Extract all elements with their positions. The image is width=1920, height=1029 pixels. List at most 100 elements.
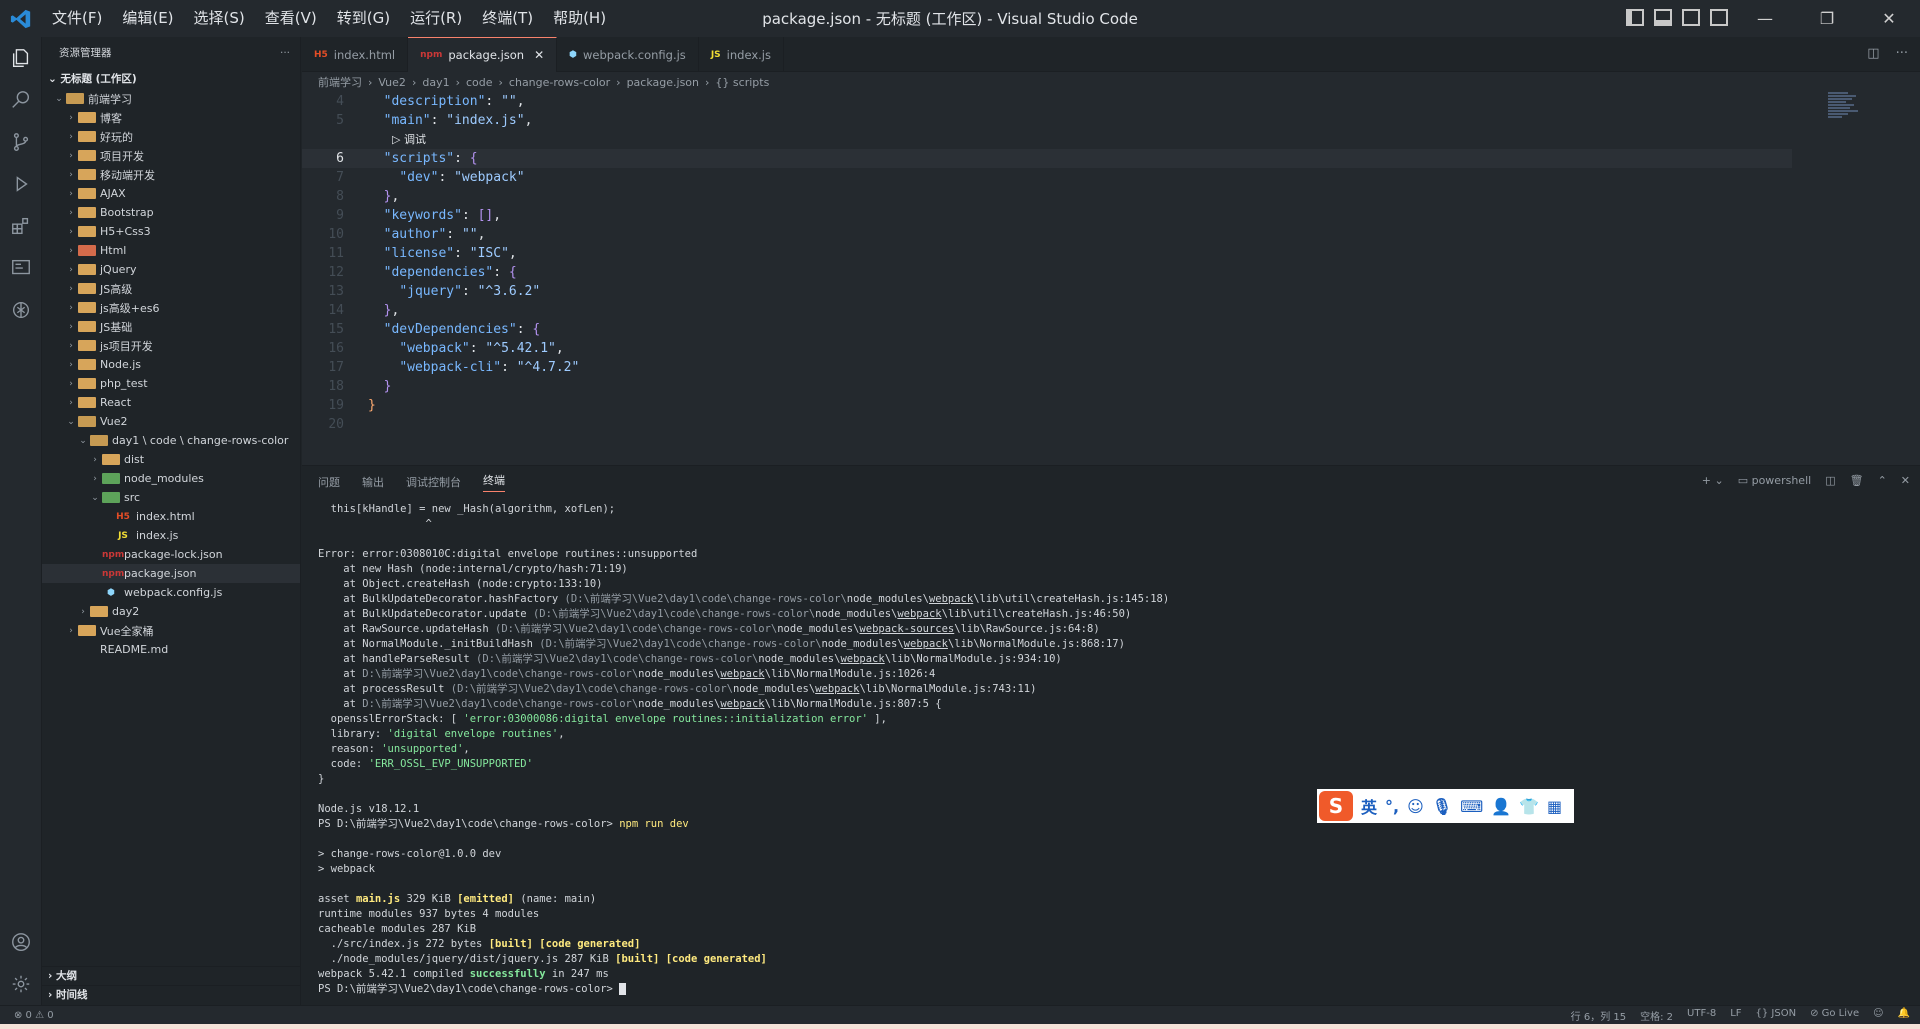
tree-item[interactable]: › jQuery (42, 260, 300, 279)
settings-gear-icon[interactable] (0, 963, 42, 1005)
tree-item[interactable]: ⌄ day1 \ code \ change-rows-color (42, 431, 300, 450)
tree-item[interactable]: › js项目开发 (42, 336, 300, 355)
new-terminal-icon[interactable]: + ⌄ (1702, 474, 1724, 487)
tree-item[interactable]: npm package.json (42, 564, 300, 583)
split-editor-icon[interactable]: ◫ (1867, 46, 1879, 61)
encoding[interactable]: UTF-8 (1687, 1008, 1716, 1023)
extensions-icon[interactable] (0, 205, 42, 247)
toolbox-icon[interactable]: ▦ (1547, 797, 1562, 816)
outline-section[interactable]: › 大纲 (42, 966, 301, 985)
editor-tab[interactable]: JS index.js (699, 37, 784, 72)
tree-item[interactable]: › Vue全家桶 (42, 621, 300, 640)
tree-item[interactable]: JS index.js (42, 526, 300, 545)
tree-item[interactable]: › JS高级 (42, 279, 300, 298)
minimize-icon[interactable]: — (1734, 0, 1796, 37)
close-tab-icon[interactable]: ✕ (534, 48, 544, 62)
cursor-position[interactable]: 行 6，列 15 (1571, 1008, 1626, 1023)
editor-tab[interactable]: ⬢ webpack.config.js (557, 37, 699, 72)
tree-item[interactable]: › JS基础 (42, 317, 300, 336)
tree-item[interactable]: › Html (42, 241, 300, 260)
editor-tab[interactable]: npm package.json ✕ (408, 37, 558, 72)
tree-item[interactable]: npm package-lock.json (42, 545, 300, 564)
breadcrumb-item[interactable]: code (466, 76, 493, 89)
keyboard-icon[interactable]: ⌨ (1460, 797, 1483, 816)
search-icon[interactable] (0, 79, 42, 121)
problems-status[interactable]: ⊗ 0 ⚠ 0 (0, 1010, 54, 1021)
menu-item[interactable]: 帮助(H) (543, 0, 616, 37)
tree-item[interactable]: › 项目开发 (42, 146, 300, 165)
go-live[interactable]: ⊘ Go Live (1810, 1008, 1859, 1023)
code-editor[interactable]: 4 "description": "", 5 "main": "index.js"… (302, 92, 1920, 465)
menu-item[interactable]: 终端(T) (472, 0, 543, 37)
more-actions-icon[interactable]: ··· (1896, 46, 1908, 61)
skin-icon[interactable]: 👕 (1519, 797, 1539, 816)
explorer-icon[interactable] (0, 37, 42, 79)
tree-item[interactable]: › day2 (42, 602, 300, 621)
customize-layout-icon[interactable] (1710, 9, 1728, 26)
tree-item[interactable]: H5 index.html (42, 507, 300, 526)
editor-tab[interactable]: H5 index.html (302, 37, 409, 72)
tree-root-folder[interactable]: ⌄ 前端学习 (42, 89, 300, 108)
panel-tab[interactable]: 终端 (483, 472, 505, 492)
breadcrumb-item[interactable]: change-rows-color (509, 76, 610, 89)
menu-item[interactable]: 查看(V) (255, 0, 327, 37)
panel-tab[interactable]: 输出 (362, 474, 384, 490)
breadcrumb-item[interactable]: day1 (422, 76, 449, 89)
toggle-secondary-sidebar-icon[interactable] (1682, 9, 1700, 26)
panel-tab[interactable]: 调试控制台 (406, 474, 461, 490)
tree-item[interactable]: ⌄ src (42, 488, 300, 507)
tree-item[interactable]: › Bootstrap (42, 203, 300, 222)
trash-icon[interactable]: 🗑 (1850, 474, 1864, 487)
emoji-icon[interactable]: ☺ (1407, 797, 1424, 816)
indentation[interactable]: 空格: 2 (1640, 1008, 1673, 1023)
tree-item[interactable]: › 博客 (42, 108, 300, 127)
menu-item[interactable]: 运行(R) (400, 0, 472, 37)
menu-item[interactable]: 转到(G) (327, 0, 400, 37)
breadcrumb-item[interactable]: Vue2 (378, 76, 406, 89)
feedback-icon[interactable]: ☺ (1873, 1008, 1883, 1023)
tree-item[interactable]: › dist (42, 450, 300, 469)
sogou-logo-icon[interactable]: S (1319, 791, 1353, 821)
language-mode[interactable]: {} JSON (1756, 1008, 1797, 1023)
menu-item[interactable]: 文件(F) (42, 0, 112, 37)
menu-item[interactable]: 编辑(E) (112, 0, 183, 37)
account-icon[interactable] (0, 921, 42, 963)
eol[interactable]: LF (1730, 1008, 1741, 1023)
tree-item[interactable]: ⌄ Vue2 (42, 412, 300, 431)
minimap[interactable] (1828, 92, 1860, 132)
tree-item[interactable]: › js高级+es6 (42, 298, 300, 317)
tree-item[interactable]: › node_modules (42, 469, 300, 488)
notifications-icon[interactable]: 🔔 (1898, 1008, 1910, 1023)
ime-mode[interactable]: 英 (1361, 794, 1377, 818)
close-panel-icon[interactable]: ✕ (1901, 474, 1910, 487)
tree-item[interactable]: › AJAX (42, 184, 300, 203)
tree-item[interactable]: › php_test (42, 374, 300, 393)
breadcrumb-item[interactable]: {} scripts (715, 76, 769, 89)
chatgpt-icon[interactable] (0, 289, 42, 331)
toggle-panel-icon[interactable] (1654, 9, 1672, 26)
source-control-icon[interactable] (0, 121, 42, 163)
tree-item[interactable]: › 好玩的 (42, 127, 300, 146)
close-icon[interactable]: ✕ (1858, 0, 1920, 37)
timeline-section[interactable]: › 时间线 (42, 985, 301, 1004)
codelens-debug[interactable]: ▷ 调试 (344, 130, 426, 149)
punctuation-icon[interactable]: °, (1385, 797, 1399, 816)
more-actions-icon[interactable]: ··· (280, 37, 290, 69)
terminal-output[interactable]: this[kHandle] = new _Hash(algorithm, xof… (318, 502, 1898, 997)
user-icon[interactable]: 👤 (1491, 797, 1511, 816)
breadcrumb-item[interactable]: 前端学习 (318, 74, 362, 90)
run-debug-icon[interactable] (0, 163, 42, 205)
tree-item[interactable]: › React (42, 393, 300, 412)
tree-item[interactable]: README.md (42, 640, 300, 659)
panel-tab[interactable]: 问题 (318, 474, 340, 490)
maximize-panel-icon[interactable]: ⌃ (1878, 474, 1887, 487)
tree-item[interactable]: ⬢ webpack.config.js (42, 583, 300, 602)
workspace-header[interactable]: ⌄ 无标题 (工作区) (42, 69, 300, 89)
remote-explorer-icon[interactable] (0, 247, 42, 289)
breadcrumb-item[interactable]: package.json (627, 76, 699, 89)
split-terminal-icon[interactable]: ◫ (1825, 474, 1835, 487)
tree-item[interactable]: › Node.js (42, 355, 300, 374)
restore-icon[interactable]: ❐ (1796, 0, 1858, 37)
terminal-shell[interactable]: ▭ powershell (1738, 474, 1811, 487)
toggle-sidebar-icon[interactable] (1626, 9, 1644, 26)
